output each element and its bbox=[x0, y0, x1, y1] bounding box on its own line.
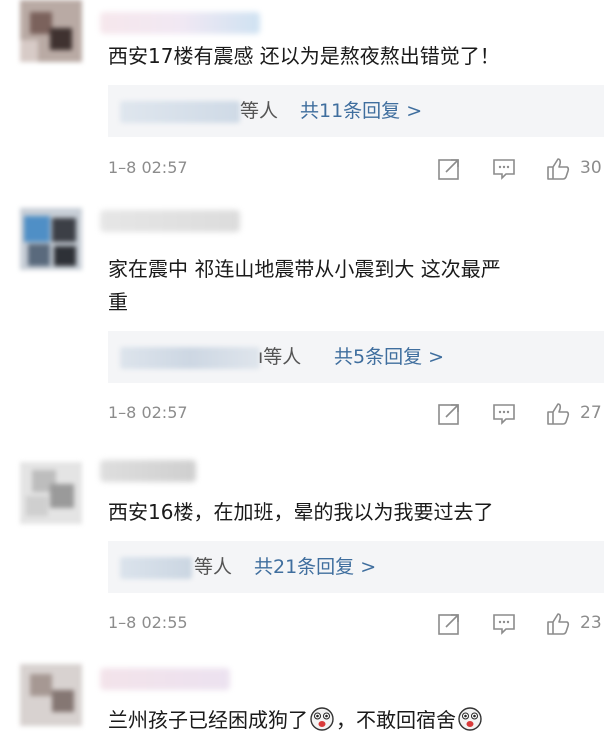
reply-users-suffix: 等人 bbox=[194, 556, 233, 578]
comment-meta: 1–8 02:55 23 bbox=[108, 611, 604, 637]
username-blurred[interactable] bbox=[100, 210, 240, 232]
username-blurred[interactable] bbox=[100, 668, 230, 690]
like-count: 30 bbox=[580, 158, 602, 178]
reply-users-suffix: 等人 bbox=[240, 100, 279, 122]
share-icon[interactable] bbox=[436, 611, 462, 637]
reply-who-label: 等人 bbox=[263, 346, 302, 368]
comment-text-line: 家在震中 祁连山地震带从小震到大 这次最严 bbox=[108, 257, 501, 281]
avatar[interactable] bbox=[20, 664, 82, 726]
avatar[interactable] bbox=[20, 0, 82, 62]
comment-text-line: 重 bbox=[108, 290, 128, 314]
comment-text: 家在震中 祁连山地震带从小震到大 这次最严 重 bbox=[108, 253, 598, 319]
avatar[interactable] bbox=[20, 462, 82, 524]
reply-users-suffix: ı等人 bbox=[258, 344, 301, 370]
share-icon[interactable] bbox=[436, 156, 462, 182]
reply-users-blurred bbox=[120, 101, 240, 123]
timestamp: 1–8 02:55 bbox=[108, 613, 188, 632]
like-count: 23 bbox=[580, 613, 602, 633]
timestamp: 1–8 02:57 bbox=[108, 158, 188, 177]
reply-users-blurred bbox=[120, 557, 192, 579]
comment-text-part: 兰州孩子已经困成狗了 bbox=[108, 708, 308, 732]
comment-text-part: ，不敢回宿舍 bbox=[336, 708, 456, 732]
share-icon[interactable] bbox=[436, 401, 462, 427]
replies-box[interactable]: ı等人 共5条回复 > bbox=[108, 331, 604, 383]
comment-meta: 1–8 02:57 30 bbox=[108, 156, 604, 182]
comment-text: 兰州孩子已经困成狗了 ，不敢回宿舍 bbox=[108, 704, 598, 737]
like-count: 27 bbox=[580, 403, 602, 423]
replies-box[interactable]: 等人 共11条回复 > bbox=[108, 85, 604, 137]
avatar[interactable] bbox=[20, 208, 82, 270]
replies-box[interactable]: 等人 共21条回复 > bbox=[108, 541, 604, 593]
username-blurred[interactable] bbox=[100, 460, 196, 482]
comment-icon[interactable] bbox=[491, 611, 517, 637]
comment-icon[interactable] bbox=[491, 401, 517, 427]
view-replies-link[interactable]: 共5条回复 > bbox=[334, 344, 444, 370]
comment-meta: 1–8 02:57 27 bbox=[108, 401, 604, 427]
username-blurred[interactable] bbox=[100, 12, 260, 34]
thumbs-up-icon[interactable] bbox=[545, 611, 571, 637]
dizzy-face-emoji-icon bbox=[458, 707, 482, 731]
dizzy-face-emoji-icon bbox=[310, 707, 334, 731]
comment-text: 西安16楼，在加班，晕的我以为我要过去了 bbox=[108, 500, 494, 524]
view-replies-link[interactable]: 共11条回复 > bbox=[300, 98, 422, 124]
timestamp: 1–8 02:57 bbox=[108, 403, 188, 422]
reply-users-blurred bbox=[120, 347, 260, 369]
view-replies-link[interactable]: 共21条回复 > bbox=[254, 554, 376, 580]
thumbs-up-icon[interactable] bbox=[545, 401, 571, 427]
comment-text: 西安17楼有震感 还以为是熬夜熬出错觉了！ bbox=[108, 44, 500, 68]
thumbs-up-icon[interactable] bbox=[545, 156, 571, 182]
comment-icon[interactable] bbox=[491, 156, 517, 182]
